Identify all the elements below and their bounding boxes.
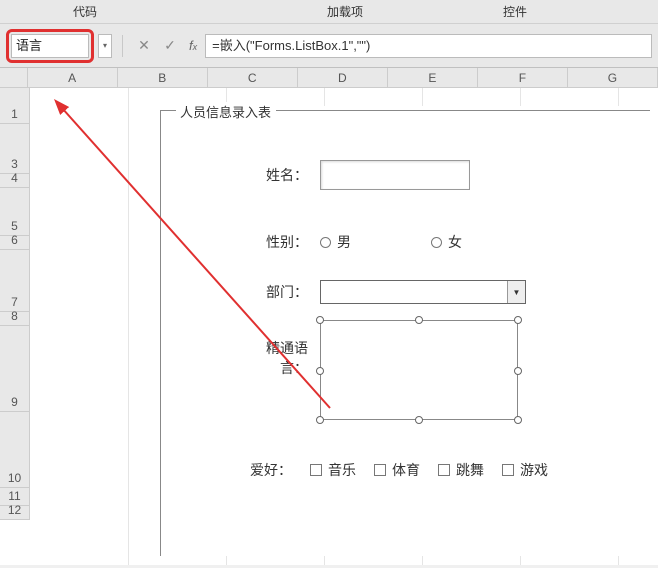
label-lang: 精通语言：	[242, 338, 308, 378]
col-header-C[interactable]: C	[208, 68, 298, 87]
combo-dept[interactable]	[320, 280, 526, 304]
name-box[interactable]: 语言	[11, 34, 89, 58]
radio-male-label: 男	[337, 232, 351, 252]
formula-input[interactable]: =嵌入("Forms.ListBox.1","")	[205, 34, 652, 58]
resize-handle[interactable]	[316, 316, 324, 324]
label-name: 姓名：	[242, 165, 308, 185]
chevron-down-icon: ▾	[103, 41, 107, 50]
form-title: 人员信息录入表	[178, 102, 273, 121]
checkbox-icon	[310, 464, 322, 476]
check-game-label: 游戏	[520, 460, 548, 480]
listbox-language[interactable]	[320, 320, 518, 420]
formula-bar: 语言 ▾ ✕ ✓ fx =嵌入("Forms.ListBox.1","")	[0, 24, 658, 68]
input-name[interactable]	[320, 160, 470, 190]
check-dance[interactable]: 跳舞	[438, 460, 484, 480]
row-header-7[interactable]: 7	[0, 250, 30, 312]
form-border	[160, 110, 161, 556]
checkbox-icon	[438, 464, 450, 476]
name-box-highlight: 语言	[6, 29, 94, 63]
cancel-icon[interactable]: ✕	[133, 35, 155, 57]
ribbon-tab-code[interactable]: 代码	[0, 0, 170, 23]
radio-male[interactable]: 男	[320, 232, 351, 252]
label-hobby: 爱好：	[242, 460, 292, 480]
gender-group: 男 女	[320, 232, 462, 252]
row-header-12[interactable]: 12	[0, 506, 30, 520]
row-dept: 部门：	[242, 280, 526, 304]
check-game[interactable]: 游戏	[502, 460, 548, 480]
ribbon-tab-addins[interactable]: 加载项	[260, 0, 430, 23]
resize-handle[interactable]	[514, 316, 522, 324]
check-sport-label: 体育	[392, 460, 420, 480]
check-music[interactable]: 音乐	[310, 460, 356, 480]
row-header-4[interactable]: 4	[0, 174, 30, 188]
col-header-G[interactable]: G	[568, 68, 658, 87]
sheet-area: A B C D E F G 13456789101112 人员信息录入表 姓名：…	[0, 68, 658, 565]
row-header-5[interactable]: 5	[0, 188, 30, 236]
row-gender: 性别： 男 女	[242, 232, 462, 252]
combo-dept-button[interactable]	[507, 281, 525, 303]
row-header-9[interactable]: 9	[0, 326, 30, 412]
form-border	[276, 110, 650, 111]
select-all-corner[interactable]	[0, 68, 28, 87]
check-music-label: 音乐	[328, 460, 356, 480]
resize-handle[interactable]	[316, 416, 324, 424]
radio-female[interactable]: 女	[431, 232, 462, 252]
row-header-10[interactable]: 10	[0, 412, 30, 488]
form-panel: 人员信息录入表 姓名： 性别： 男 女 部门：	[160, 106, 650, 556]
label-dept: 部门：	[242, 282, 308, 302]
row-hobby: 爱好： 音乐 体育 跳舞 游戏	[242, 460, 548, 480]
check-dance-label: 跳舞	[456, 460, 484, 480]
row-header-6[interactable]: 6	[0, 236, 30, 250]
name-box-dropdown[interactable]: ▾	[98, 34, 112, 58]
radio-icon	[431, 237, 442, 248]
check-sport[interactable]: 体育	[374, 460, 420, 480]
ribbon-tab-controls[interactable]: 控件	[430, 0, 600, 23]
column-headers: A B C D E F G	[0, 68, 658, 88]
checkbox-icon	[502, 464, 514, 476]
radio-icon	[320, 237, 331, 248]
col-header-E[interactable]: E	[388, 68, 478, 87]
separator	[122, 35, 123, 57]
combo-dept-input[interactable]	[321, 281, 507, 303]
row-header-8[interactable]: 8	[0, 312, 30, 326]
row-name: 姓名：	[242, 160, 470, 190]
ribbon-tabs: 代码 加载项 控件	[0, 0, 658, 24]
radio-female-label: 女	[448, 232, 462, 252]
col-header-F[interactable]: F	[478, 68, 568, 87]
col-header-B[interactable]: B	[118, 68, 208, 87]
resize-handle[interactable]	[514, 416, 522, 424]
resize-handle[interactable]	[415, 416, 423, 424]
fx-icon[interactable]: fx	[189, 38, 197, 53]
form-border	[160, 110, 176, 111]
label-gender: 性别：	[242, 232, 308, 252]
row-header-3[interactable]: 3	[0, 124, 30, 174]
row-lang: 精通语言：	[242, 338, 308, 378]
checkbox-icon	[374, 464, 386, 476]
col-header-D[interactable]: D	[298, 68, 388, 87]
confirm-icon[interactable]: ✓	[159, 35, 181, 57]
resize-handle[interactable]	[316, 367, 324, 375]
resize-handle[interactable]	[415, 316, 423, 324]
col-header-A[interactable]: A	[28, 68, 118, 87]
row-header-1[interactable]: 1	[0, 88, 30, 124]
row-headers: 13456789101112	[0, 88, 30, 520]
resize-handle[interactable]	[514, 367, 522, 375]
